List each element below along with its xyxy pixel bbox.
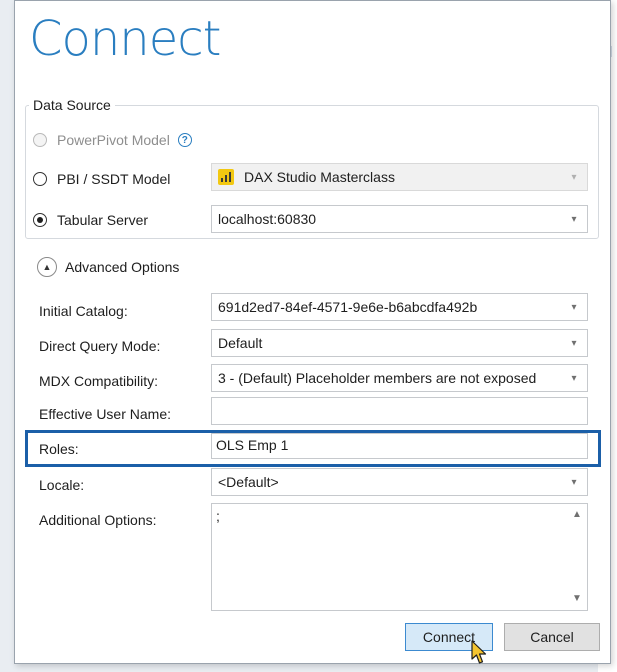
help-icon[interactable]: ?: [177, 133, 192, 147]
pbi-model-dropdown[interactable]: DAX Studio Masterclass ▾: [211, 163, 588, 191]
direct-query-dropdown[interactable]: Default ▾: [211, 329, 588, 357]
powerpivot-radio[interactable]: [33, 133, 47, 147]
chevron-down-icon: ▾: [571, 476, 577, 488]
roles-label: Roles:: [39, 441, 79, 457]
mdx-compatibility-value: 3 - (Default) Placeholder members are no…: [218, 370, 537, 386]
power-bi-icon: [218, 169, 234, 185]
chevron-up-icon[interactable]: ▲: [37, 257, 57, 277]
initial-catalog-value: 691d2ed7-84ef-4571-9e6e-b6abcdfa492b: [218, 299, 478, 315]
initial-catalog-dropdown[interactable]: 691d2ed7-84ef-4571-9e6e-b6abcdfa492b ▾: [211, 293, 588, 321]
mdx-compatibility-dropdown[interactable]: 3 - (Default) Placeholder members are no…: [211, 364, 588, 392]
scroll-down-icon[interactable]: ▼: [572, 593, 582, 604]
advanced-options-expander[interactable]: ▲ Advanced Options: [37, 257, 179, 277]
chevron-down-icon: ▾: [571, 301, 577, 313]
advanced-options-label: Advanced Options: [65, 259, 180, 275]
additional-options-scrollbar[interactable]: ▲ ▼: [568, 503, 588, 611]
pbi-model-value: DAX Studio Masterclass: [244, 169, 395, 185]
chevron-down-icon: ▾: [571, 337, 577, 349]
locale-label: Locale:: [39, 477, 85, 493]
connect-dialog: Connect Data Source PowerPivot Model ? P…: [14, 0, 611, 664]
pbi-ssdt-radio[interactable]: [33, 172, 47, 186]
tabular-server-value: localhost:60830: [218, 211, 317, 227]
initial-catalog-label: Initial Catalog:: [39, 303, 128, 319]
pbi-ssdt-label: PBI / SSDT Model: [57, 171, 171, 187]
locale-dropdown[interactable]: <Default> ▾: [211, 468, 588, 496]
effective-user-label: Effective User Name:: [39, 406, 172, 422]
powerpivot-label: PowerPivot Model: [57, 132, 170, 148]
pbi-ssdt-option[interactable]: PBI / SSDT Model: [33, 171, 170, 187]
tabular-server-dropdown[interactable]: localhost:60830 ▾: [211, 205, 588, 233]
mdx-compatibility-label: MDX Compatibility:: [39, 373, 159, 389]
direct-query-value: Default: [218, 335, 263, 351]
chevron-down-icon: ▾: [571, 372, 577, 384]
chevron-down-icon: ▾: [571, 213, 577, 225]
chevron-down-icon: ▾: [571, 171, 577, 183]
tabular-server-label: Tabular Server: [57, 212, 149, 228]
dialog-title: Connect: [29, 11, 221, 67]
roles-input[interactable]: OLS Emp 1: [211, 433, 588, 459]
locale-value: <Default>: [218, 474, 279, 490]
powerpivot-option[interactable]: PowerPivot Model ?: [33, 132, 192, 148]
effective-user-input[interactable]: [211, 397, 588, 425]
mouse-cursor-icon: [471, 640, 487, 664]
additional-options-label: Additional Options:: [39, 512, 157, 528]
data-source-legend: Data Source: [29, 97, 115, 113]
additional-options-textarea[interactable]: ;: [211, 503, 588, 611]
cancel-button[interactable]: Cancel: [504, 623, 600, 651]
direct-query-label: Direct Query Mode:: [39, 338, 161, 354]
tabular-server-radio[interactable]: [33, 213, 47, 227]
scroll-up-icon[interactable]: ▲: [572, 509, 582, 520]
tabular-server-option[interactable]: Tabular Server: [33, 212, 148, 228]
